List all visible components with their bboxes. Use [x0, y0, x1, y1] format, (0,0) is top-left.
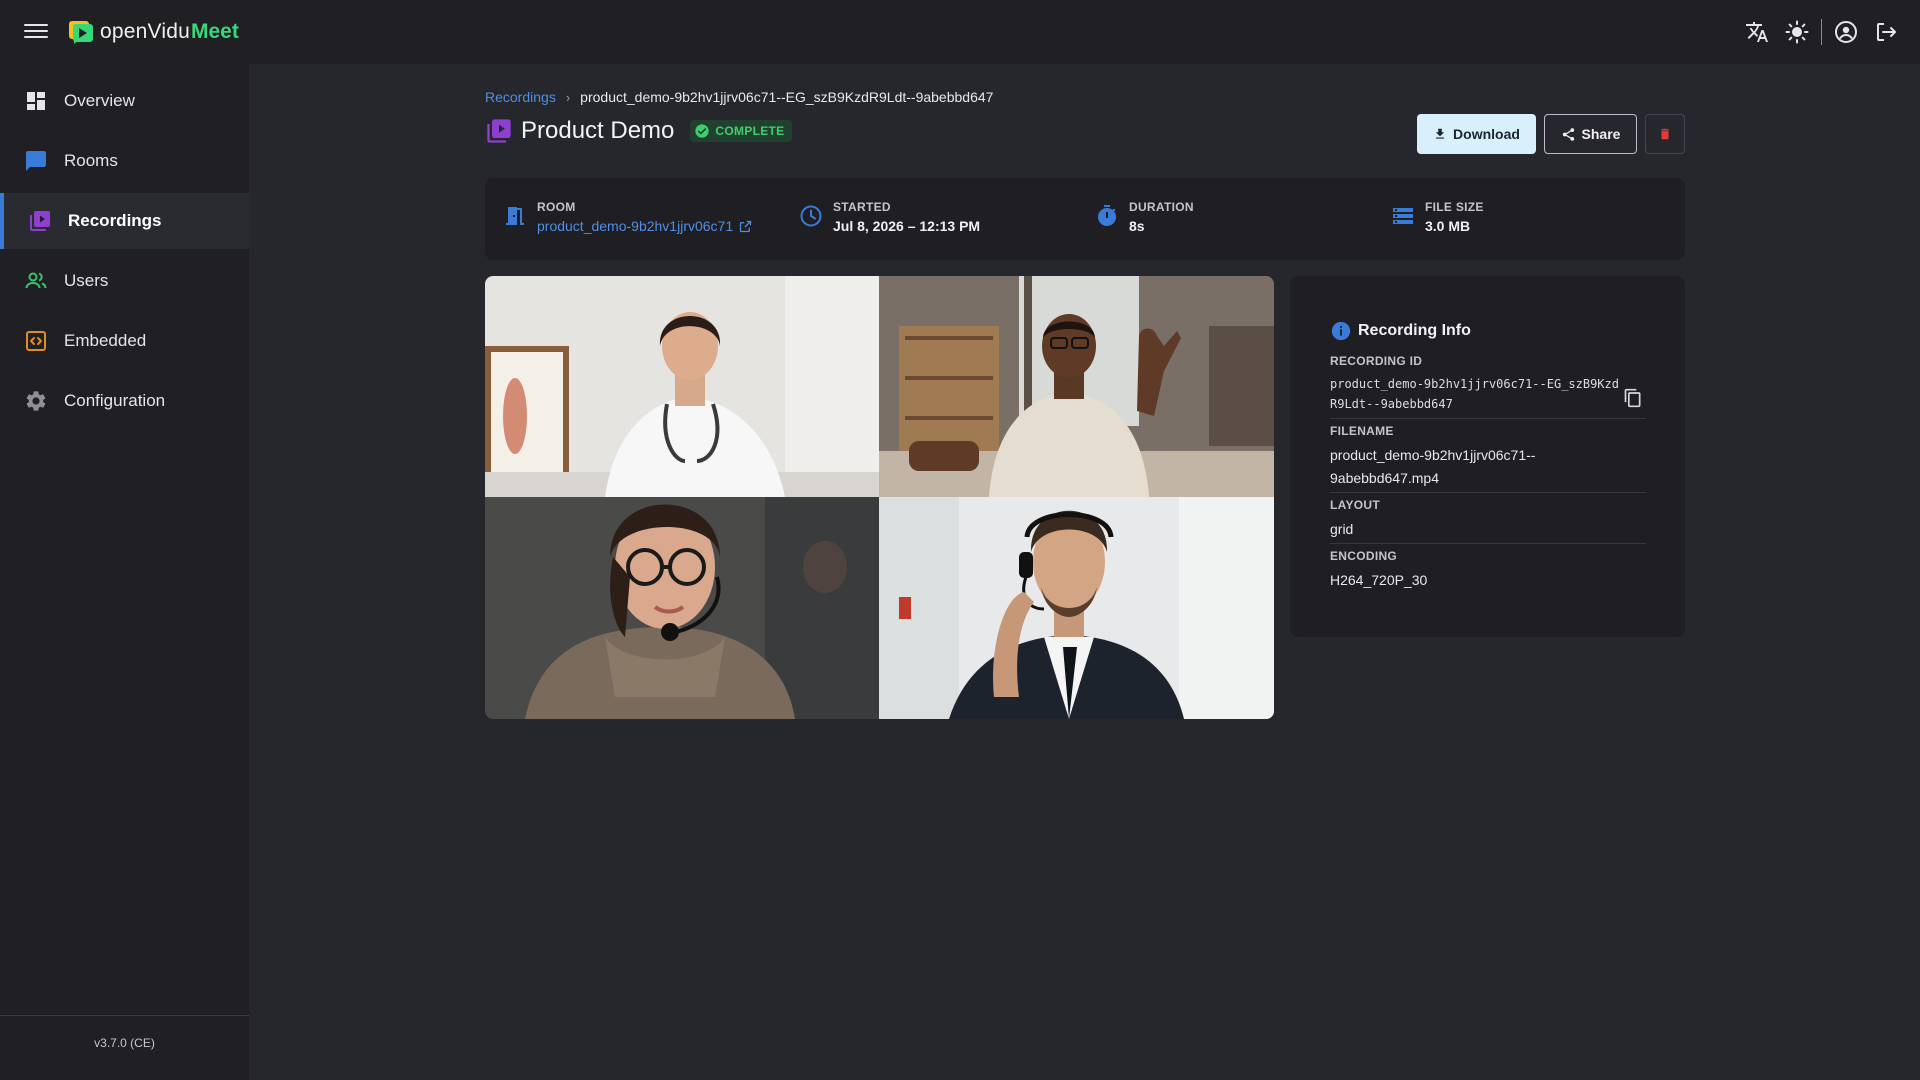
sidebar-item-embedded[interactable]: Embedded — [0, 313, 249, 369]
logo-accent-text: Meet — [190, 20, 239, 43]
trash-icon — [1660, 128, 1670, 140]
sidebar-item-configuration[interactable]: Configuration — [0, 373, 249, 429]
info-title-text: Recording Info — [1358, 322, 1471, 339]
sidebar-item-rooms[interactable]: Rooms — [0, 133, 249, 189]
layout-value: grid — [1330, 521, 1354, 537]
dashboard-icon — [27, 92, 45, 110]
sidebar-item-label: Embedded — [64, 331, 147, 350]
download-button[interactable]: Download — [1417, 114, 1536, 154]
meta-filesize-label: FILE SIZE — [1425, 200, 1484, 214]
meta-filesize-value: 3.0 MB — [1425, 218, 1471, 234]
meta-duration: DURATION 8s — [1095, 200, 1194, 234]
encoding-value: H264_720P_30 — [1330, 572, 1428, 588]
sidebar-item-label: Configuration — [64, 391, 166, 410]
breadcrumb-current: product_demo-9b2hv1jjrv06c71--EG_szB9Kzd… — [580, 89, 994, 105]
sidebar-item-overview[interactable]: Overview — [0, 73, 249, 129]
info-layout: LAYOUT grid — [1330, 498, 1646, 541]
delete-button[interactable] — [1645, 114, 1685, 154]
sidebar: Overview Rooms Recordings Users Embedded… — [0, 64, 249, 1080]
clock-icon — [800, 205, 822, 227]
download-label: Download — [1453, 126, 1520, 142]
participant-video-tile — [485, 276, 879, 497]
users-icon — [25, 272, 47, 289]
info-panel-title: Recording Info — [1330, 320, 1471, 342]
sidebar-item-recordings[interactable]: Recordings — [0, 193, 249, 249]
translate-icon[interactable] — [1741, 16, 1773, 48]
storage-icon — [1393, 208, 1413, 224]
page-title: Product Demo — [521, 117, 675, 144]
app-version: v3.7.0 (CE) — [94, 1036, 155, 1050]
check-circle-icon — [695, 124, 710, 138]
app-logo[interactable]: openVidu Meet — [68, 19, 239, 45]
menu-icon[interactable] — [22, 20, 50, 44]
video-library-icon — [487, 119, 511, 143]
download-icon — [1435, 128, 1445, 139]
gear-icon — [26, 391, 46, 411]
sidebar-item-label: Overview — [64, 91, 135, 110]
share-button[interactable]: Share — [1544, 114, 1637, 154]
room-link-text: product_demo-9b2hv1jjrv06c71 — [537, 218, 734, 234]
recording-id-value: product_demo-9b2hv1jjrv06c71--EG_szB9Kzd… — [1330, 377, 1619, 411]
meta-filesize: FILE SIZE 3.0 MB — [1391, 200, 1484, 234]
sidebar-item-label: Users — [64, 271, 109, 290]
breadcrumb: Recordings › product_demo-9b2hv1jjrv06c7… — [485, 89, 993, 105]
participant-video-tile — [879, 497, 1274, 719]
meta-room-label: ROOM — [537, 200, 576, 214]
title-row: Product Demo COMPLETE — [485, 117, 793, 145]
breadcrumb-recordings-link[interactable]: Recordings — [485, 89, 556, 105]
share-label: Share — [1581, 126, 1621, 142]
open-in-new-icon — [740, 220, 752, 232]
info-divider — [1330, 543, 1646, 544]
sidebar-item-label: Rooms — [64, 151, 118, 170]
door-icon — [506, 207, 524, 225]
share-icon — [1562, 127, 1574, 141]
status-text: COMPLETE — [715, 124, 785, 138]
top-bar: openVidu Meet — [0, 0, 1920, 64]
meta-started-value: Jul 8, 2026 – 12:13 PM — [833, 218, 981, 234]
info-recording-id: RECORDING ID product_demo-9b2hv1jjrv06c7… — [1330, 354, 1646, 414]
info-divider — [1330, 492, 1646, 493]
sidebar-item-label: Recordings — [68, 211, 162, 230]
meta-room: ROOM product_demo-9b2hv1jjrv06c71 — [503, 200, 753, 234]
chat-icon — [26, 151, 46, 171]
timer-icon — [1098, 205, 1116, 226]
status-badge: COMPLETE — [690, 120, 793, 142]
chevron-right-icon: › — [565, 89, 571, 105]
recording-video-player[interactable] — [485, 276, 1274, 719]
sidebar-item-users[interactable]: Users — [0, 253, 249, 309]
info-encoding: ENCODING H264_720P_30 — [1330, 549, 1646, 592]
encoding-label: ENCODING — [1330, 549, 1398, 563]
logo-text: openVidu — [100, 20, 190, 43]
recording-meta-card: ROOM product_demo-9b2hv1jjrv06c71 STARTE… — [485, 178, 1685, 260]
meta-duration-label: DURATION — [1129, 200, 1194, 214]
meta-duration-value: 8s — [1129, 218, 1145, 234]
logo-icon — [69, 21, 93, 44]
code-icon — [26, 331, 46, 351]
meta-started-label: STARTED — [833, 200, 891, 214]
room-link[interactable]: product_demo-9b2hv1jjrv06c71 — [537, 218, 753, 234]
participant-video-tile — [879, 276, 1274, 497]
recording-info-panel: Recording Info RECORDING ID product_demo… — [1290, 276, 1685, 637]
copy-icon[interactable] — [1623, 388, 1643, 408]
sidebar-divider — [0, 1015, 249, 1016]
info-divider — [1330, 418, 1646, 419]
toolbar-divider — [1821, 19, 1822, 45]
info-icon — [1331, 321, 1351, 341]
filename-label: FILENAME — [1330, 424, 1394, 438]
theme-light-icon[interactable] — [1781, 16, 1813, 48]
filename-value: product_demo-9b2hv1jjrv06c71--9abebbd647… — [1330, 447, 1536, 486]
meta-started: STARTED Jul 8, 2026 – 12:13 PM — [799, 200, 980, 234]
info-filename: FILENAME product_demo-9b2hv1jjrv06c71--9… — [1330, 424, 1646, 490]
video-library-icon — [30, 211, 50, 231]
participant-video-tile — [485, 497, 879, 719]
top-actions — [1733, 16, 1902, 48]
layout-label: LAYOUT — [1330, 498, 1381, 512]
account-icon[interactable] — [1830, 16, 1862, 48]
logout-icon[interactable] — [1870, 16, 1902, 48]
recording-id-label: RECORDING ID — [1330, 354, 1423, 368]
